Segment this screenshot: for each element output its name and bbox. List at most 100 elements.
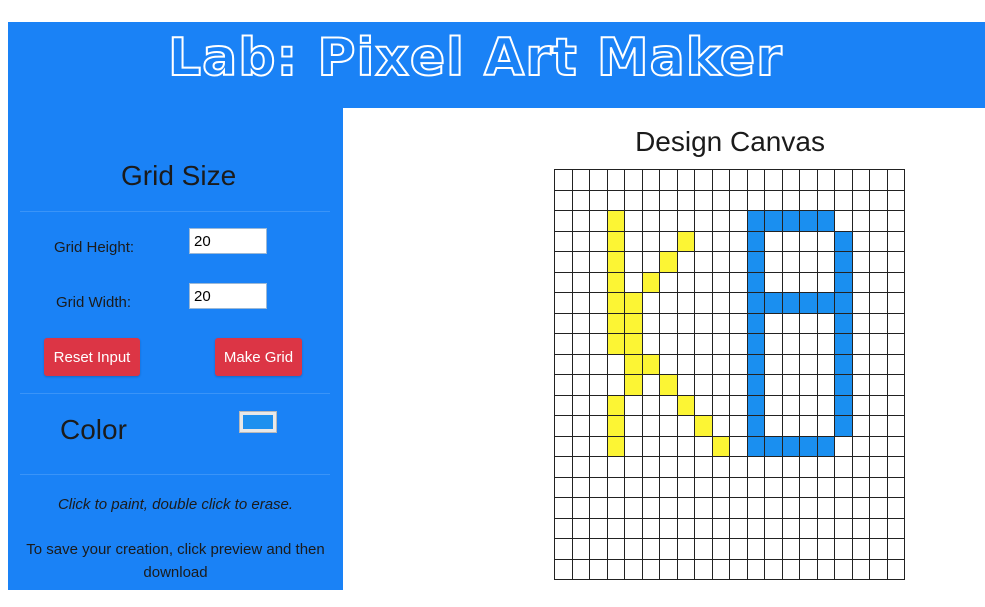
grid-cell[interactable] [641, 394, 660, 416]
grid-cell[interactable] [816, 394, 835, 416]
grid-cell[interactable] [711, 353, 730, 375]
grid-cell[interactable] [781, 169, 800, 191]
grid-width-input[interactable] [189, 283, 267, 309]
grid-cell[interactable] [694, 538, 713, 560]
grid-cell[interactable] [659, 169, 678, 191]
grid-cell[interactable] [641, 251, 660, 273]
grid-cell[interactable] [641, 374, 660, 396]
grid-cell[interactable] [571, 169, 590, 191]
grid-cell[interactable] [851, 353, 870, 375]
grid-cell[interactable] [886, 251, 905, 273]
grid-cell[interactable] [676, 497, 695, 519]
grid-cell[interactable] [554, 517, 573, 539]
grid-cell[interactable] [869, 312, 888, 334]
grid-cell[interactable] [816, 415, 835, 437]
grid-cell[interactable] [729, 456, 748, 478]
grid-cell[interactable] [781, 558, 800, 580]
grid-cell[interactable] [554, 558, 573, 580]
grid-cell[interactable] [711, 476, 730, 498]
grid-cell[interactable] [729, 497, 748, 519]
grid-cell[interactable] [781, 333, 800, 355]
grid-cell[interactable] [659, 353, 678, 375]
grid-cell[interactable] [834, 210, 853, 232]
grid-cell[interactable] [606, 435, 625, 457]
grid-cell[interactable] [834, 476, 853, 498]
grid-cell[interactable] [624, 353, 643, 375]
grid-cell[interactable] [851, 374, 870, 396]
grid-cell[interactable] [746, 169, 765, 191]
grid-cell[interactable] [729, 230, 748, 252]
grid-cell[interactable] [746, 538, 765, 560]
grid-cell[interactable] [851, 456, 870, 478]
grid-cell[interactable] [641, 333, 660, 355]
grid-cell[interactable] [729, 169, 748, 191]
grid-cell[interactable] [746, 189, 765, 211]
grid-cell[interactable] [746, 476, 765, 498]
grid-cell[interactable] [851, 169, 870, 191]
grid-cell[interactable] [834, 251, 853, 273]
grid-cell[interactable] [886, 456, 905, 478]
grid-cell[interactable] [886, 476, 905, 498]
grid-cell[interactable] [694, 333, 713, 355]
grid-cell[interactable] [834, 435, 853, 457]
grid-cell[interactable] [676, 292, 695, 314]
grid-cell[interactable] [834, 230, 853, 252]
grid-cell[interactable] [641, 538, 660, 560]
grid-cell[interactable] [571, 538, 590, 560]
grid-cell[interactable] [641, 497, 660, 519]
grid-cell[interactable] [554, 476, 573, 498]
grid-cell[interactable] [694, 497, 713, 519]
grid-cell[interactable] [799, 210, 818, 232]
grid-cell[interactable] [746, 210, 765, 232]
reset-input-button[interactable]: Reset Input [44, 338, 140, 376]
grid-cell[interactable] [816, 312, 835, 334]
grid-cell[interactable] [781, 394, 800, 416]
grid-cell[interactable] [606, 538, 625, 560]
grid-cell[interactable] [834, 169, 853, 191]
grid-cell[interactable] [571, 353, 590, 375]
grid-cell[interactable] [589, 251, 608, 273]
grid-cell[interactable] [816, 353, 835, 375]
grid-cell[interactable] [606, 517, 625, 539]
grid-cell[interactable] [606, 271, 625, 293]
grid-cell[interactable] [746, 435, 765, 457]
grid-cell[interactable] [816, 292, 835, 314]
grid-cell[interactable] [589, 435, 608, 457]
grid-cell[interactable] [816, 230, 835, 252]
grid-cell[interactable] [659, 312, 678, 334]
grid-cell[interactable] [641, 435, 660, 457]
grid-cell[interactable] [589, 292, 608, 314]
grid-cell[interactable] [571, 497, 590, 519]
grid-cell[interactable] [694, 517, 713, 539]
grid-cell[interactable] [694, 292, 713, 314]
grid-cell[interactable] [606, 251, 625, 273]
grid-cell[interactable] [554, 538, 573, 560]
grid-cell[interactable] [764, 497, 783, 519]
grid-cell[interactable] [886, 292, 905, 314]
grid-cell[interactable] [624, 394, 643, 416]
grid-cell[interactable] [711, 538, 730, 560]
grid-cell[interactable] [694, 271, 713, 293]
grid-cell[interactable] [781, 189, 800, 211]
grid-cell[interactable] [799, 251, 818, 273]
grid-cell[interactable] [659, 189, 678, 211]
grid-cell[interactable] [869, 230, 888, 252]
grid-cell[interactable] [589, 517, 608, 539]
grid-cell[interactable] [641, 517, 660, 539]
grid-cell[interactable] [799, 189, 818, 211]
grid-cell[interactable] [729, 435, 748, 457]
grid-cell[interactable] [799, 230, 818, 252]
grid-cell[interactable] [606, 456, 625, 478]
grid-cell[interactable] [606, 210, 625, 232]
grid-cell[interactable] [554, 374, 573, 396]
grid-cell[interactable] [659, 558, 678, 580]
grid-cell[interactable] [589, 456, 608, 478]
color-picker[interactable] [239, 411, 277, 433]
grid-cell[interactable] [624, 538, 643, 560]
grid-cell[interactable] [641, 169, 660, 191]
grid-cell[interactable] [659, 415, 678, 437]
grid-cell[interactable] [659, 271, 678, 293]
grid-cell[interactable] [606, 189, 625, 211]
grid-cell[interactable] [729, 415, 748, 437]
grid-cell[interactable] [729, 333, 748, 355]
